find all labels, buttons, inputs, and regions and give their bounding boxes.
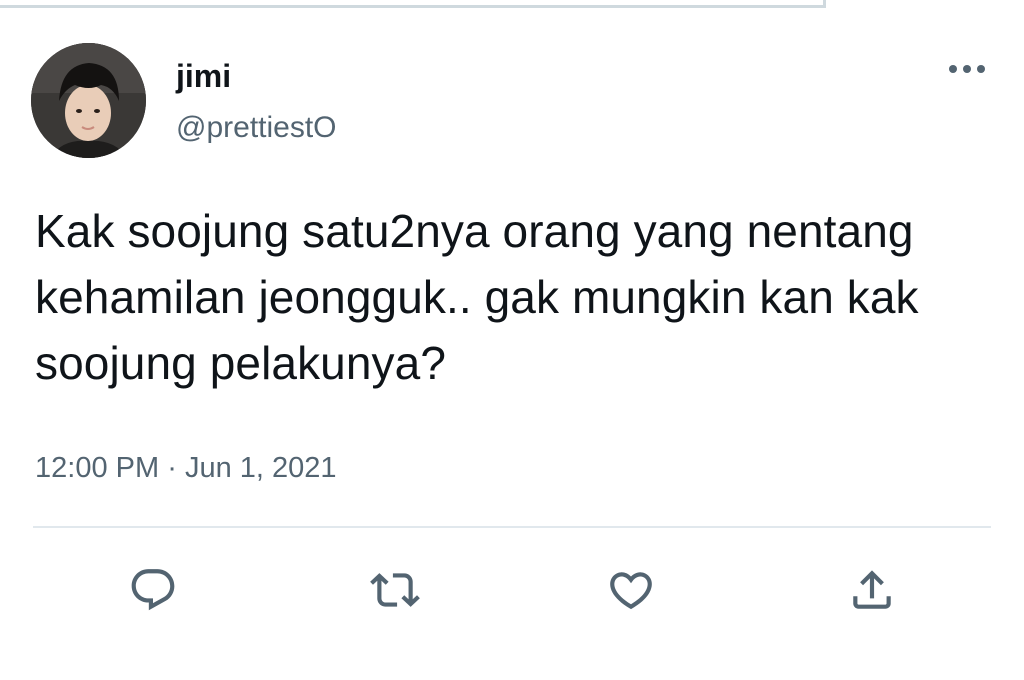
retweet-button[interactable] [368,563,422,617]
reply-icon [131,569,175,611]
avatar-photo [31,43,146,158]
author-handle[interactable]: @prettiestO [176,110,337,146]
tweet-time[interactable]: 12:00 PM [35,452,159,484]
meta-separator: · [167,452,177,484]
reply-button[interactable] [126,563,180,617]
retweet-icon [370,573,420,607]
more-horizontal-icon [949,65,985,73]
share-button[interactable] [845,563,899,617]
divider [33,526,991,528]
tweet-text: Kak soojung satu2nya orang yang nentang … [35,205,919,389]
more-options-button[interactable] [938,52,996,86]
avatar[interactable] [31,43,146,158]
heart-icon [610,572,652,610]
tweet-date[interactable]: Jun 1, 2021 [185,452,337,484]
like-button[interactable] [604,563,658,617]
author-display-name[interactable]: jimi [176,58,231,94]
tweet-meta: 12:00 PM · Jun 1, 2021 [35,448,337,488]
share-icon [853,570,891,609]
top-border [0,0,826,8]
